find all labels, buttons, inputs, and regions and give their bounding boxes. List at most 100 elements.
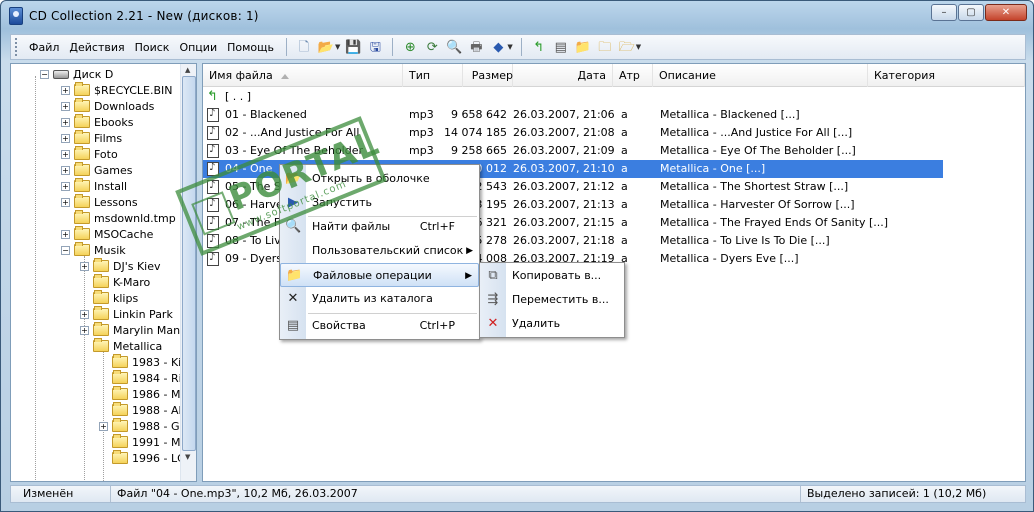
col-header-date[interactable]: Дата [513,64,613,87]
tree-item[interactable]: 1983 - Ki [112,354,181,370]
table-row[interactable]: 03 - Eye Of The Beholder mp3 9 258 665 2… [203,142,943,160]
file-description: Metallica - ...And Justice For All [...] [660,126,853,139]
copy-icon: ⧉ [488,268,498,283]
new-doc-icon[interactable]: 🗋 [295,38,313,56]
tree-item[interactable]: klips [93,290,138,306]
tree-item[interactable]: msdownld.tmp [74,210,176,226]
tree-item[interactable]: Metallica [93,338,162,354]
tree-item[interactable]: 1996 - LC [112,450,185,466]
expand-icon[interactable]: + [61,149,70,159]
expand-icon[interactable]: + [80,309,89,319]
save-as-icon[interactable]: 🖫 [366,38,384,56]
col-header-type[interactable]: Тип [403,64,463,87]
search-icon[interactable]: 🔍 [445,38,463,56]
title-bar[interactable]: CD Collection 2.21 - New (дисков: 1) – ▢… [1,1,1033,31]
open-dropdown-icon[interactable]: ▼ [335,43,340,51]
scroll-up-icon[interactable]: ▲ [185,66,190,74]
expand-icon[interactable]: + [61,101,70,111]
tree-item[interactable]: − Musik [61,242,126,258]
tree-item[interactable]: + MSOCache [61,226,153,242]
tree-item[interactable]: + Downloads [61,98,154,114]
tree-root[interactable]: − Диск D [40,66,113,82]
scan-disk-icon[interactable]: ⊕ [401,38,419,56]
col-header-size-label[interactable]: Размер [465,64,513,87]
list-item-up[interactable]: ↰ [ . . ] [203,88,943,106]
expand-icon[interactable]: + [61,181,70,191]
maximize-button[interactable]: ▢ [958,4,984,21]
table-row[interactable]: 02 - ...And Justice For All mp3 14 074 1… [203,124,943,142]
minimize-button[interactable]: – [931,4,957,21]
menu-item-run[interactable]: ▶ Запустить [280,191,479,215]
expand-icon[interactable]: + [61,133,70,143]
scroll-down-icon[interactable]: ▼ [185,453,190,461]
tree-item[interactable]: 1991 - Me [112,434,187,450]
tree-item[interactable]: + Lessons [61,194,138,210]
open-folder-icon[interactable]: 📂 [317,38,335,56]
tree-item-label: msdownld.tmp [94,211,176,225]
tree-item[interactable]: 1984 - Ri [112,370,182,386]
tree-item[interactable]: + Install [61,178,127,194]
tree-item[interactable]: + Marylin Mans [80,322,186,338]
tree-item[interactable]: 1986 - Ma [112,386,187,402]
toolbar-grip[interactable] [15,38,19,56]
expand-icon[interactable]: + [80,325,89,335]
menu-item-user-list[interactable]: Пользовательский список ▶ [280,239,479,263]
folder-dropdown-icon[interactable]: ▼ [636,43,641,51]
expand-icon[interactable]: + [99,421,108,431]
properties-icon[interactable]: ▤ [552,38,570,56]
tree-item[interactable]: + Games [61,162,132,178]
collapse-icon[interactable]: − [61,245,70,255]
menu-file[interactable]: Файл [25,41,63,54]
folder-add-icon[interactable]: 🗁 [618,38,636,56]
menu-item-copy-to[interactable]: ⧉ Копировать в... [480,264,624,288]
tree-item[interactable]: + Foto [61,146,118,162]
col-header-description[interactable]: Описание [653,64,868,87]
expand-icon[interactable]: + [61,197,70,207]
tree-item[interactable]: + DJ's Kiev [80,258,161,274]
menu-search[interactable]: Поиск [131,41,174,54]
tree-item[interactable]: 1988 - Al [112,402,182,418]
tree-item[interactable]: + Films [61,130,122,146]
tree-item[interactable]: K-Maro [93,274,150,290]
menu-item-properties[interactable]: ▤ Свойства Ctrl+P [280,314,479,338]
menu-item-delete[interactable]: ✕ Удалить [480,312,624,336]
folder-open-icon[interactable]: 📁 [574,38,592,56]
expand-icon[interactable]: + [80,261,89,271]
menu-options[interactable]: Опции [175,41,221,54]
close-button[interactable]: ✕ [985,4,1027,21]
refresh-icon[interactable]: ⟳ [423,38,441,56]
menu-item-find-files[interactable]: 🔍 Найти файлы Ctrl+F [280,215,479,239]
folder-icon [74,82,90,96]
expand-icon[interactable]: + [61,165,70,175]
col-header-category[interactable]: Категория [868,64,1025,87]
save-icon[interactable]: 💾 [344,38,362,56]
expand-icon[interactable]: + [61,117,70,127]
report-icon[interactable]: ◆ [489,38,507,56]
col-header-name[interactable]: Имя файла [203,64,403,87]
menu-help[interactable]: Помощь [223,41,278,54]
menu-actions[interactable]: Действия [65,41,128,54]
scroll-thumb[interactable] [182,76,196,451]
tree-item[interactable]: + Linkin Park [80,306,173,322]
tree-item[interactable]: + $RECYCLE.BIN [61,82,172,98]
audio-file-icon [207,216,219,230]
file-description: Metallica - Eye Of The Beholder [...] [660,144,856,157]
tree-scrollbar[interactable]: ▲ ▼ [180,64,196,481]
menu-item-move-to[interactable]: ⇶ Переместить в... [480,288,624,312]
print-icon[interactable]: 🖶 [467,38,485,56]
table-row[interactable]: 01 - Blackened mp3 9 658 642 26.03.2007,… [203,106,943,124]
menu-item-file-operations[interactable]: 📁 Файловые операции ▶ [280,263,479,287]
go-up-icon[interactable]: ↰ [530,38,548,56]
menu-item-open-in-shell[interactable]: 📂 Открыть в оболочке [280,167,479,191]
expand-icon[interactable]: + [61,229,70,239]
report-dropdown-icon[interactable]: ▼ [507,43,512,51]
col-header-attr[interactable]: Атр [613,64,653,87]
tree-item[interactable]: +1988 - Ga [99,418,186,434]
folder-icon[interactable]: 🗀 [596,38,614,56]
folder-tree[interactable]: − Диск D + $RECYCLE.BIN + Downloads + Ebook… [10,63,197,482]
expand-icon[interactable]: + [61,85,70,95]
menu-item-remove-from-catalog[interactable]: ✕ Удалить из каталога [280,287,479,311]
tree-item[interactable]: + Ebooks [61,114,134,130]
collapse-icon[interactable]: − [40,69,49,79]
file-attr: a [621,144,628,157]
